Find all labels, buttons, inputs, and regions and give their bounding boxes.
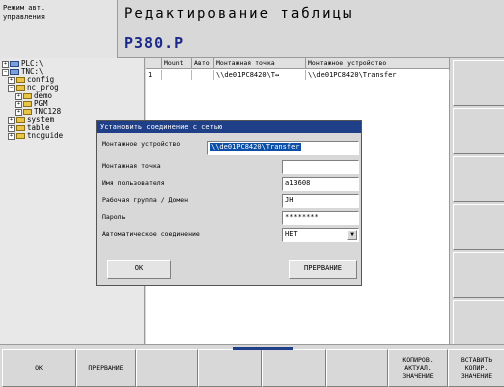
header-bar: Режим авт. управления Редактирование таб…: [0, 0, 504, 58]
softkey-row-indicator: [233, 347, 293, 350]
softkey-empty-5[interactable]: [262, 349, 326, 387]
collapse-icon[interactable]: −: [8, 84, 15, 92]
expand-icon[interactable]: +: [8, 116, 15, 124]
label-mount-point: Монтажная точка: [102, 162, 161, 170]
network-connection-dialog: Установить соединение с сетью Монтажное …: [96, 120, 362, 286]
chevron-down-icon[interactable]: ▼: [347, 230, 357, 240]
vertical-softkey-5[interactable]: [453, 252, 504, 298]
expand-icon[interactable]: +: [8, 76, 15, 84]
column-header-auto: Авто: [192, 58, 214, 69]
auto-connect-select[interactable]: НЕТ ▼: [282, 228, 359, 242]
softkey-copy-value[interactable]: КОПИРОВ. АКТУАЛ. ЗНАЧЕНИЕ: [388, 349, 448, 387]
folder-icon: [16, 85, 25, 91]
auto-connect-value: НЕТ: [285, 230, 298, 238]
vertical-softkey-2[interactable]: [453, 108, 504, 154]
vertical-softkey-bar: [451, 58, 504, 346]
page-title: Редактирование таблицы: [124, 6, 354, 22]
expand-icon[interactable]: +: [15, 108, 22, 116]
file-name: P380.P: [124, 34, 185, 52]
label-password: Пароль: [102, 213, 126, 221]
dialog-title: Установить соединение с сетью: [97, 121, 361, 133]
table-header: Mount Авто Монтажная точка Монтажное уст…: [146, 58, 450, 69]
cell-mount[interactable]: [162, 70, 192, 80]
folder-icon: [16, 77, 25, 83]
drive-icon: [10, 61, 19, 67]
softkey-paste-value[interactable]: ВСТАВИТЬ КОПИР. ЗНАЧЕНИЕ: [448, 349, 504, 387]
dialog-ok-button[interactable]: OK: [107, 260, 171, 279]
collapse-icon[interactable]: −: [2, 68, 9, 76]
vertical-softkey-1[interactable]: [453, 60, 504, 106]
operating-mode: Режим авт. управления: [0, 0, 118, 58]
softkey-ok[interactable]: OK: [2, 349, 76, 387]
label-mount-device: Монтажное устройство: [102, 140, 181, 148]
softkey-empty-6[interactable]: [326, 349, 388, 387]
folder-icon: [16, 117, 25, 123]
cell-mount-point[interactable]: \\de01PC8420\T↔: [214, 70, 306, 80]
mode-line-2: управления: [3, 13, 46, 21]
drive-icon: [10, 69, 19, 75]
username-field[interactable]: a13608: [282, 177, 359, 191]
expand-icon[interactable]: +: [15, 92, 22, 100]
expand-icon[interactable]: +: [8, 124, 15, 132]
softkey-empty-3[interactable]: [136, 349, 198, 387]
column-header-mount-point: Монтажная точка: [214, 58, 306, 69]
mount-point-field[interactable]: [282, 160, 359, 174]
label-workgroup: Рабочая группа / Домен: [102, 196, 189, 204]
softkey-empty-4[interactable]: [198, 349, 262, 387]
cell-mount-device[interactable]: \\de01PC8420\Transfer: [306, 70, 450, 80]
vertical-softkey-3[interactable]: [453, 156, 504, 202]
column-header-mount-device: Монтажное устройство: [306, 58, 450, 69]
vertical-softkey-6[interactable]: [453, 300, 504, 346]
softkey-cancel[interactable]: ПРЕРВАНИЕ: [76, 349, 136, 387]
folder-icon: [23, 93, 32, 99]
expand-icon[interactable]: +: [8, 132, 15, 140]
expand-icon[interactable]: +: [15, 100, 22, 108]
folder-icon: [23, 101, 32, 107]
vertical-softkey-4[interactable]: [453, 204, 504, 250]
workgroup-field[interactable]: JH: [282, 194, 359, 208]
mode-line-1: Режим авт.: [3, 4, 46, 12]
mount-device-value: \\de01PC8420\Transfer: [210, 143, 301, 151]
mount-device-field[interactable]: \\de01PC8420\Transfer: [207, 141, 359, 155]
column-header-index: [146, 58, 162, 69]
folder-icon: [16, 133, 25, 139]
cell-index: 1: [146, 70, 162, 80]
folder-icon: [16, 125, 25, 131]
password-field[interactable]: ********: [282, 211, 359, 225]
dialog-cancel-button[interactable]: ПРЕРВАНИЕ: [289, 260, 357, 279]
cell-auto[interactable]: [192, 70, 214, 80]
label-username: Имя пользователя: [102, 179, 165, 187]
label-auto-connect: Автоматическое соединение: [102, 230, 200, 238]
column-header-mount: Mount: [162, 58, 192, 69]
expand-icon[interactable]: +: [2, 60, 9, 68]
horizontal-softkey-bar: OK ПРЕРВАНИЕ КОПИРОВ. АКТУАЛ. ЗНАЧЕНИЕ В…: [0, 344, 504, 387]
tree-item-tncguide[interactable]: + tncguide: [8, 132, 63, 140]
